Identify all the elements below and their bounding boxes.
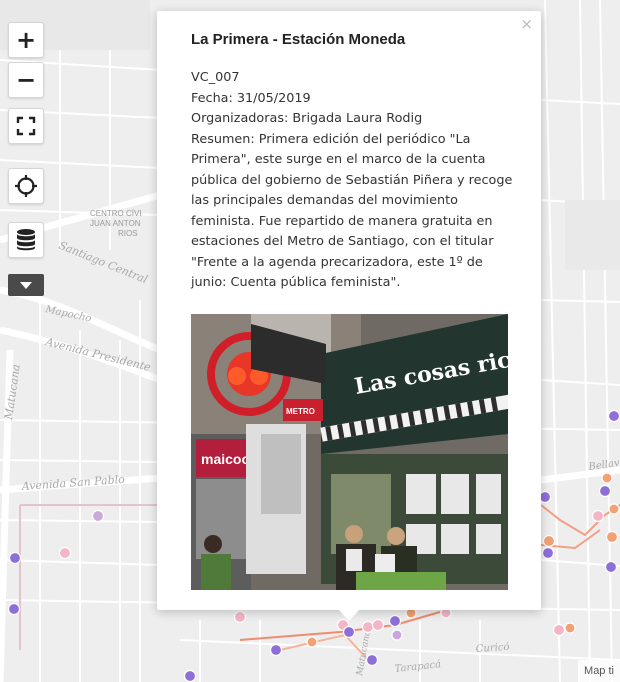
marker-point <box>365 653 379 667</box>
marker-point <box>58 546 72 560</box>
popup-tip <box>338 609 360 621</box>
marker-point <box>542 534 556 548</box>
marker-point <box>604 560 618 574</box>
marker-point <box>564 622 576 634</box>
marker-point <box>598 484 612 498</box>
event-popup: × La Primera - Estación Moneda VC_007 Fe… <box>157 11 541 610</box>
metro-station-photo: Las cosas ricas maicoo METRO <box>191 314 508 590</box>
marker-point <box>552 623 566 637</box>
svg-text:RIOS: RIOS <box>118 229 138 238</box>
event-date: Fecha: 31/05/2019 <box>191 90 311 106</box>
marker-point <box>591 509 605 523</box>
caret-down-icon <box>20 282 32 289</box>
minus-icon: − <box>15 66 37 94</box>
crosshair-icon <box>15 175 37 197</box>
marker-point <box>371 618 385 632</box>
svg-text:JUAN ANTON: JUAN ANTON <box>90 219 141 228</box>
marker-point <box>91 509 105 523</box>
plus-icon: + <box>15 26 37 54</box>
locate-button[interactable] <box>8 168 44 204</box>
event-photo: Las cosas ricas maicoo METRO <box>191 314 508 590</box>
marker-point <box>8 551 22 565</box>
marker-point <box>7 602 21 616</box>
marker-point <box>388 614 402 628</box>
expand-panel-button[interactable] <box>8 274 44 296</box>
marker-point <box>269 643 283 657</box>
marker-point <box>233 610 247 624</box>
fullscreen-button[interactable] <box>8 108 44 144</box>
event-id: VC_007 <box>191 70 240 85</box>
database-icon <box>17 229 35 251</box>
marker-point <box>607 409 620 423</box>
event-organizers: Organizadoras: Brigada Laura Rodig <box>191 111 423 126</box>
marker-point <box>361 620 375 634</box>
marker-point <box>538 490 552 504</box>
popup-details: VC_007 Fecha: 31/05/2019 Organizadoras: … <box>191 68 519 294</box>
event-summary: Resumen: Primera edición del periódico "… <box>191 131 513 291</box>
marker-point <box>605 530 619 544</box>
marker-point <box>541 546 555 560</box>
metro-sign: METRO <box>286 407 315 416</box>
marker-point <box>601 472 613 484</box>
marker-point <box>306 636 318 648</box>
zoom-in-button[interactable]: + <box>8 22 44 58</box>
marker-point <box>183 669 197 682</box>
marker-point <box>608 503 620 515</box>
close-popup-button[interactable]: × <box>520 15 533 33</box>
svg-text:CENTRO CÍVI: CENTRO CÍVI <box>90 209 142 218</box>
svg-text:Curicó: Curicó <box>475 642 509 655</box>
marker-point <box>342 625 356 639</box>
shop-sign: maicoo <box>201 451 250 467</box>
marker-point <box>391 629 403 641</box>
map-attribution[interactable]: Map ti <box>578 660 620 682</box>
popup-title: La Primera - Estación Moneda <box>191 31 406 48</box>
zoom-out-button[interactable]: − <box>8 62 44 98</box>
layers-button[interactable] <box>8 222 44 258</box>
fullscreen-icon <box>16 116 36 136</box>
